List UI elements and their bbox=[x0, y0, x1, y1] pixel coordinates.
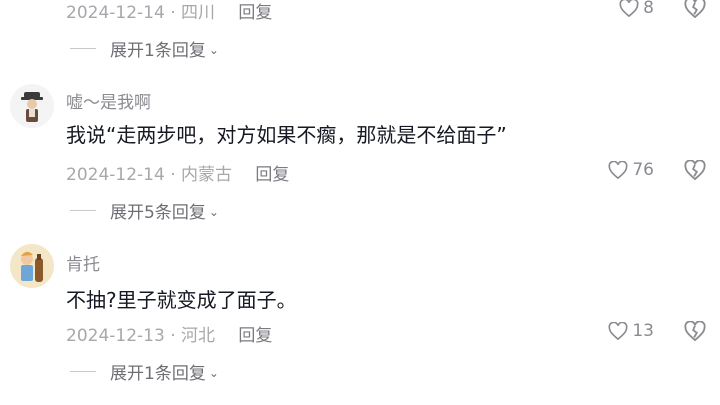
divider bbox=[70, 48, 96, 49]
comment-meta: 2024-12-13 · 河北 回复 bbox=[66, 326, 273, 346]
expand-replies-label: 展开1条回复 bbox=[110, 364, 206, 384]
chevron-down-icon: ⌄ bbox=[208, 42, 219, 57]
avatar[interactable] bbox=[10, 84, 54, 128]
expand-replies-button[interactable]: 展开1条回复 ⌄ bbox=[70, 36, 219, 61]
comment-meta: 2024-12-14 · 四川 回复 bbox=[66, 3, 273, 23]
comment-location: 四川 bbox=[181, 3, 216, 23]
comment-meta: 2024-12-14 · 内蒙古 回复 bbox=[66, 165, 290, 185]
comment-text: 我说“走两步吧，对方如果不瘸，那就是不给面子” bbox=[66, 123, 507, 147]
like-button[interactable]: 8 bbox=[619, 0, 654, 18]
chevron-down-icon: ⌄ bbox=[208, 204, 219, 219]
like-count: 8 bbox=[643, 0, 654, 18]
broken-heart-icon bbox=[684, 0, 706, 19]
like-button[interactable]: 76 bbox=[608, 160, 654, 180]
dislike-button[interactable] bbox=[684, 159, 706, 184]
avatar-image bbox=[10, 244, 54, 288]
like-button[interactable]: 13 bbox=[608, 321, 654, 341]
dislike-button[interactable] bbox=[684, 0, 706, 22]
username[interactable]: 嘘～是我啊 bbox=[66, 88, 151, 113]
chevron-down-icon: ⌄ bbox=[208, 365, 219, 380]
comment-date: 2024-12-14 bbox=[66, 3, 165, 23]
expand-replies-button[interactable]: 展开5条回复 ⌄ bbox=[70, 198, 219, 223]
divider bbox=[70, 371, 96, 372]
reply-button[interactable]: 回复 bbox=[255, 165, 289, 185]
comment-date: 2024-12-13 bbox=[66, 326, 165, 346]
heart-outline-icon bbox=[608, 161, 628, 179]
divider bbox=[70, 210, 96, 211]
broken-heart-icon bbox=[684, 320, 706, 342]
comment-location: 河北 bbox=[181, 326, 216, 346]
username[interactable]: 肯托 bbox=[66, 250, 100, 275]
expand-replies-label: 展开5条回复 bbox=[110, 203, 206, 223]
expand-replies-label: 展开1条回复 bbox=[110, 41, 206, 61]
reply-button[interactable]: 回复 bbox=[238, 326, 272, 346]
comment-date: 2024-12-14 bbox=[66, 165, 165, 185]
like-count: 13 bbox=[632, 321, 654, 341]
reply-button[interactable]: 回复 bbox=[238, 3, 272, 23]
heart-outline-icon bbox=[608, 322, 628, 340]
expand-replies-button[interactable]: 展开1条回复 ⌄ bbox=[70, 359, 219, 384]
comment-location: 内蒙古 bbox=[181, 165, 233, 185]
avatar-image bbox=[10, 84, 54, 128]
avatar[interactable] bbox=[10, 244, 54, 288]
heart-outline-icon bbox=[619, 0, 639, 17]
like-count: 76 bbox=[632, 160, 654, 180]
broken-heart-icon bbox=[684, 159, 706, 181]
comment-text: 不抽?里子就变成了面子。 bbox=[66, 288, 297, 312]
dislike-button[interactable] bbox=[684, 320, 706, 345]
